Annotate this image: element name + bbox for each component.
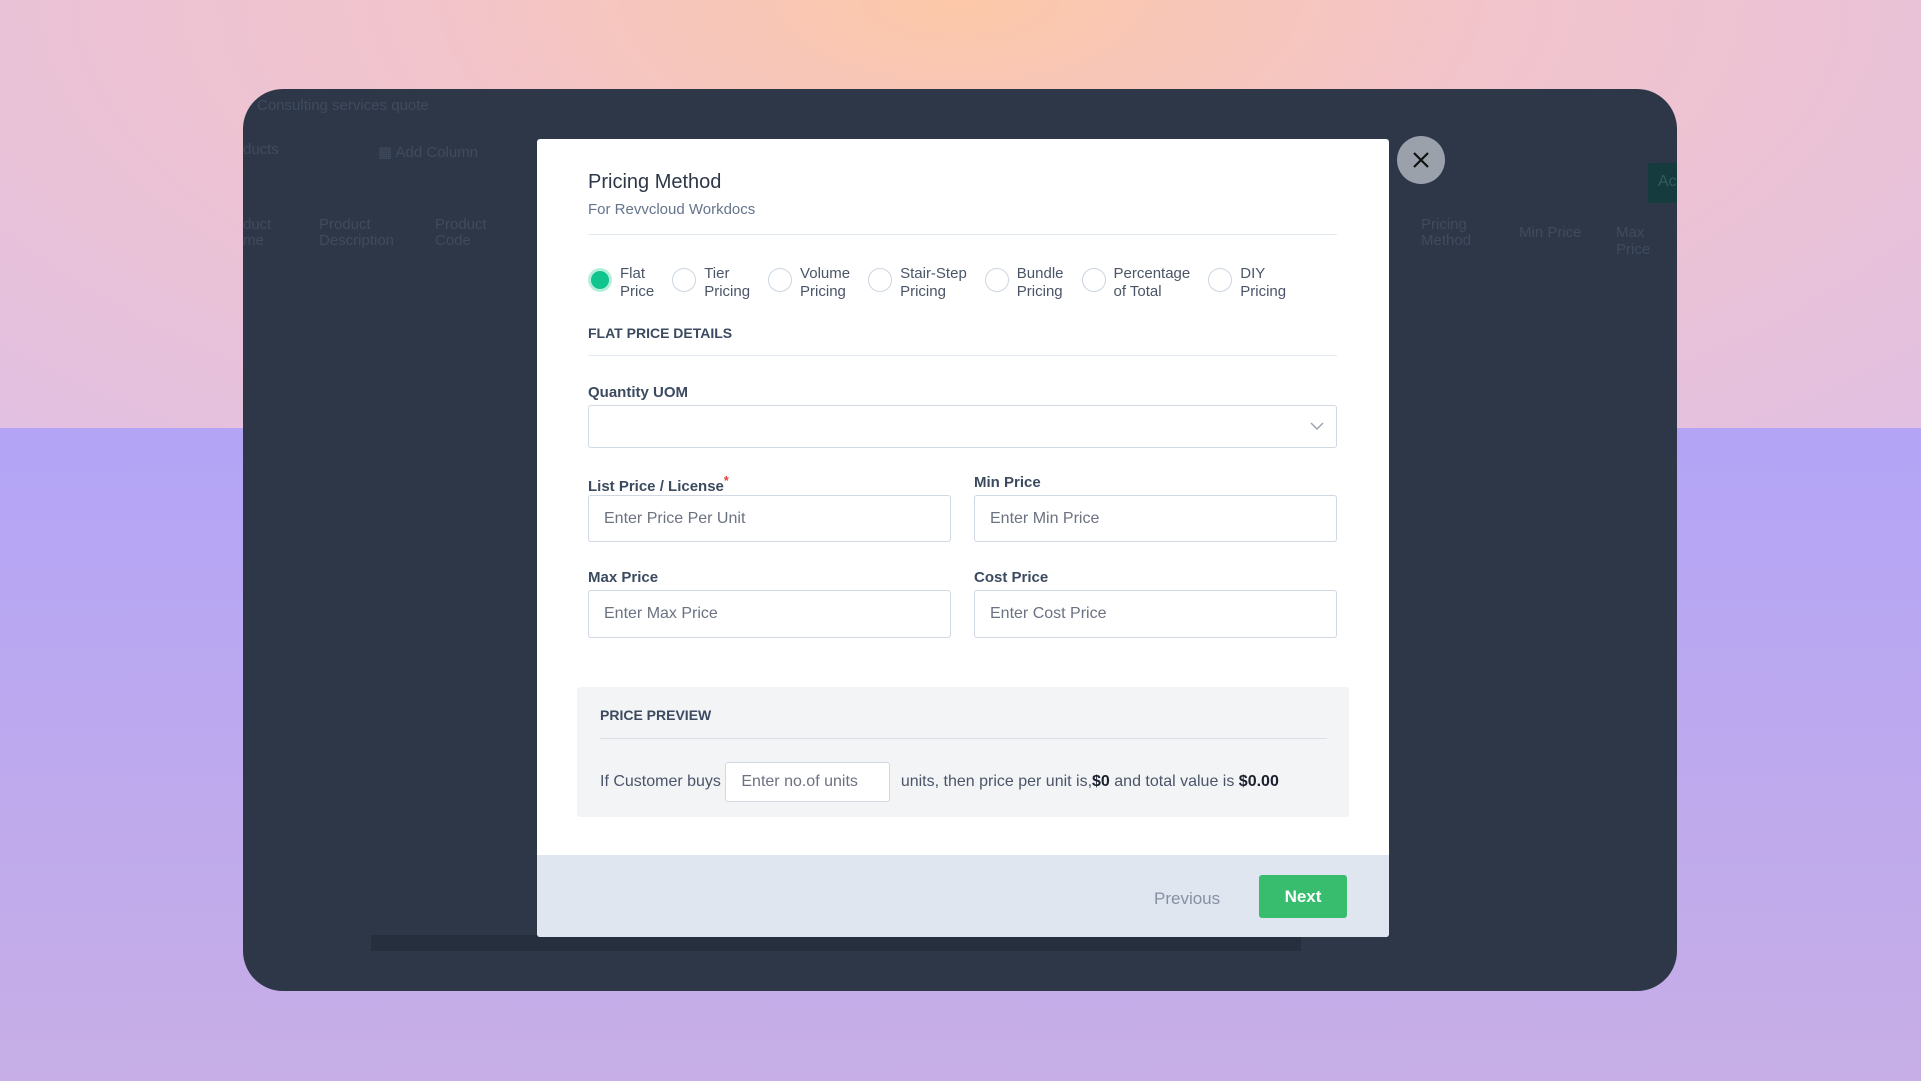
grid-icon: ▦	[378, 144, 396, 161]
radio-icon	[984, 268, 1009, 292]
quantity-uom-select[interactable]	[588, 405, 1337, 448]
products-label: ducts	[243, 141, 279, 158]
section-title: FLAT PRICE DETAILS	[588, 325, 733, 341]
column-header: duct me	[243, 216, 272, 249]
radio-volume-pricing[interactable]: Volume Pricing	[768, 265, 850, 301]
price-preview: PRICE PREVIEW If Customer buys units, th…	[577, 687, 1349, 817]
list-price-label: List Price / License*	[588, 474, 729, 495]
quote-name: Consulting services quote	[257, 97, 429, 114]
pricing-method-modal: Pricing Method For Revvcloud Workdocs Fl…	[537, 139, 1389, 937]
radio-icon	[1081, 268, 1106, 292]
radio-bundle-pricing[interactable]: Bundle Pricing	[984, 265, 1064, 301]
radio-icon	[768, 268, 793, 292]
preview-sentence: If Customer buys units, then price per u…	[600, 762, 1279, 802]
modal-subtitle: For Revvcloud Workdocs	[588, 201, 756, 218]
previous-button[interactable]: Previous	[1154, 889, 1220, 909]
divider	[588, 355, 1337, 356]
modal-title: Pricing Method	[588, 171, 722, 193]
close-button[interactable]	[1397, 136, 1445, 184]
column-header: Product Description	[319, 216, 395, 249]
cost-price-input[interactable]	[974, 590, 1337, 638]
close-icon	[1413, 152, 1429, 168]
radio-selected-icon	[588, 268, 612, 292]
radio-tier-pricing[interactable]: Tier Pricing	[672, 265, 750, 301]
add-column-button[interactable]: ▦ Add Column	[378, 143, 478, 161]
radio-percentage-of-total[interactable]: Percentage of Total	[1081, 265, 1190, 301]
units-input[interactable]	[725, 762, 891, 802]
min-price-label: Min Price	[974, 474, 1041, 491]
max-price-input[interactable]	[588, 590, 951, 638]
pricing-options: Flat Price Tier Pricing Volume Pricing S…	[588, 265, 1304, 301]
cost-price-label: Cost Price	[974, 569, 1049, 586]
list-price-input[interactable]	[588, 495, 951, 542]
modal-footer: Previous Next	[537, 855, 1389, 937]
radio-stair-step-pricing[interactable]: Stair-Step Pricing	[868, 265, 967, 301]
scrollbar	[371, 935, 1301, 951]
unit-price: $0	[1092, 773, 1110, 790]
radio-icon	[1208, 268, 1233, 292]
preview-title: PRICE PREVIEW	[600, 707, 712, 723]
divider	[600, 738, 1327, 739]
max-price-label: Max Price	[588, 569, 659, 586]
quantity-uom-label: Quantity UOM	[588, 384, 688, 401]
min-price-input[interactable]	[974, 495, 1337, 542]
radio-flat-price[interactable]: Flat Price	[588, 265, 654, 301]
column-header: Product Code	[435, 216, 487, 249]
next-button[interactable]: Next	[1259, 875, 1347, 918]
radio-icon	[868, 268, 893, 292]
column-header: Min Price	[1519, 224, 1582, 241]
radio-icon	[672, 268, 697, 292]
radio-diy-pricing[interactable]: DIY Pricing	[1208, 265, 1286, 301]
divider	[588, 234, 1337, 235]
chevron-down-icon	[1310, 422, 1324, 431]
column-header: Max Price	[1616, 224, 1651, 258]
total-value: $0.00	[1238, 773, 1279, 790]
background-action-button: Ac	[1648, 163, 1677, 203]
column-header: Pricing Method	[1421, 216, 1472, 249]
